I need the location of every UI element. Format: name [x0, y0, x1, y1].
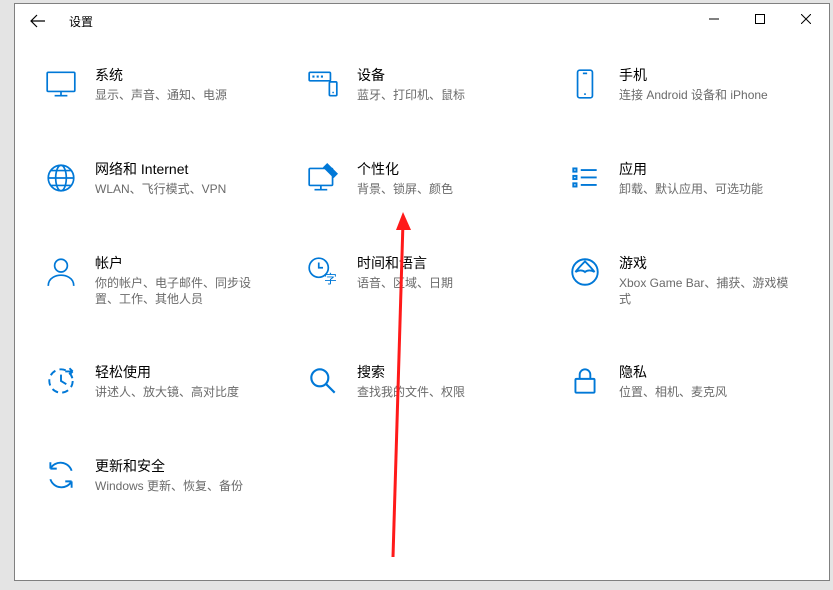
- minimize-icon: [709, 14, 719, 24]
- category-desc: 卸载、默认应用、可选功能: [619, 181, 763, 197]
- category-desc: 蓝牙、打印机、鼠标: [357, 87, 465, 103]
- category-desc: 讲述人、放大镜、高对比度: [95, 384, 239, 400]
- ease-of-access-icon: [41, 361, 81, 401]
- globe-icon: [41, 158, 81, 198]
- category-network[interactable]: 网络和 Internet WLAN、飞行模式、VPN: [35, 158, 297, 198]
- close-button[interactable]: [783, 4, 829, 34]
- category-title: 应用: [619, 159, 763, 179]
- category-desc: 连接 Android 设备和 iPhone: [619, 87, 768, 103]
- category-title: 网络和 Internet: [95, 159, 226, 179]
- category-title: 帐户: [95, 253, 267, 273]
- system-icon: [41, 64, 81, 104]
- settings-content: 系统显示、声音、通知、电源 设备蓝牙、打印机、鼠标 手机连接 Android 设…: [15, 38, 829, 495]
- category-apps[interactable]: 应用卸载、默认应用、可选功能: [559, 158, 821, 198]
- window-title: 设置: [69, 13, 93, 30]
- category-gaming[interactable]: 游戏Xbox Game Bar、捕获、游戏模式: [559, 252, 821, 307]
- category-title: 游戏: [619, 253, 791, 273]
- update-icon: [41, 455, 81, 495]
- maximize-button[interactable]: [737, 4, 783, 34]
- gaming-icon: [565, 252, 605, 292]
- category-desc: 你的帐户、电子邮件、同步设置、工作、其他人员: [95, 275, 267, 307]
- search-icon: [303, 361, 343, 401]
- category-update-security[interactable]: 更新和安全 Windows 更新、恢复、备份: [35, 455, 297, 495]
- title-bar: 设置: [15, 4, 829, 38]
- category-title: 手机: [619, 65, 768, 85]
- personalization-icon: [303, 158, 343, 198]
- category-search[interactable]: 搜索查找我的文件、权限: [297, 361, 559, 401]
- category-desc: 显示、声音、通知、电源: [95, 87, 227, 103]
- category-title: 更新和安全: [95, 456, 243, 476]
- person-icon: [41, 252, 81, 292]
- category-desc: Windows 更新、恢复、备份: [95, 478, 243, 494]
- category-desc: WLAN、飞行模式、VPN: [95, 181, 226, 197]
- svg-text:字: 字: [324, 272, 337, 287]
- apps-icon: [565, 158, 605, 198]
- category-personalization[interactable]: 个性化背景、锁屏、颜色: [297, 158, 559, 198]
- category-title: 系统: [95, 65, 227, 85]
- category-desc: 语音、区域、日期: [357, 275, 453, 291]
- phone-icon: [565, 64, 605, 104]
- category-privacy[interactable]: 隐私位置、相机、麦克风: [559, 361, 821, 401]
- category-title: 时间和语言: [357, 253, 453, 273]
- back-button[interactable]: [15, 4, 61, 38]
- category-grid: 系统显示、声音、通知、电源 设备蓝牙、打印机、鼠标 手机连接 Android 设…: [35, 64, 819, 495]
- category-accounts[interactable]: 帐户你的帐户、电子邮件、同步设置、工作、其他人员: [35, 252, 297, 307]
- category-devices[interactable]: 设备蓝牙、打印机、鼠标: [297, 64, 559, 104]
- category-desc: 位置、相机、麦克风: [619, 384, 727, 400]
- category-title: 轻松使用: [95, 362, 239, 382]
- category-desc: 背景、锁屏、颜色: [357, 181, 453, 197]
- time-language-icon: 字: [303, 252, 343, 292]
- category-phone[interactable]: 手机连接 Android 设备和 iPhone: [559, 64, 821, 104]
- category-title: 设备: [357, 65, 465, 85]
- arrow-left-icon: [30, 13, 46, 29]
- close-icon: [801, 14, 811, 24]
- devices-icon: [303, 64, 343, 104]
- category-system[interactable]: 系统显示、声音、通知、电源: [35, 64, 297, 104]
- category-title: 个性化: [357, 159, 453, 179]
- settings-window: 设置 系统显示、声音、通知、电源: [14, 3, 830, 581]
- category-title: 搜索: [357, 362, 465, 382]
- minimize-button[interactable]: [691, 4, 737, 34]
- category-ease-of-access[interactable]: 轻松使用讲述人、放大镜、高对比度: [35, 361, 297, 401]
- lock-icon: [565, 361, 605, 401]
- category-desc: 查找我的文件、权限: [357, 384, 465, 400]
- category-desc: Xbox Game Bar、捕获、游戏模式: [619, 275, 791, 307]
- category-time-language[interactable]: 字 时间和语言语音、区域、日期: [297, 252, 559, 307]
- window-controls: [691, 4, 829, 34]
- maximize-icon: [755, 14, 765, 24]
- category-title: 隐私: [619, 362, 727, 382]
